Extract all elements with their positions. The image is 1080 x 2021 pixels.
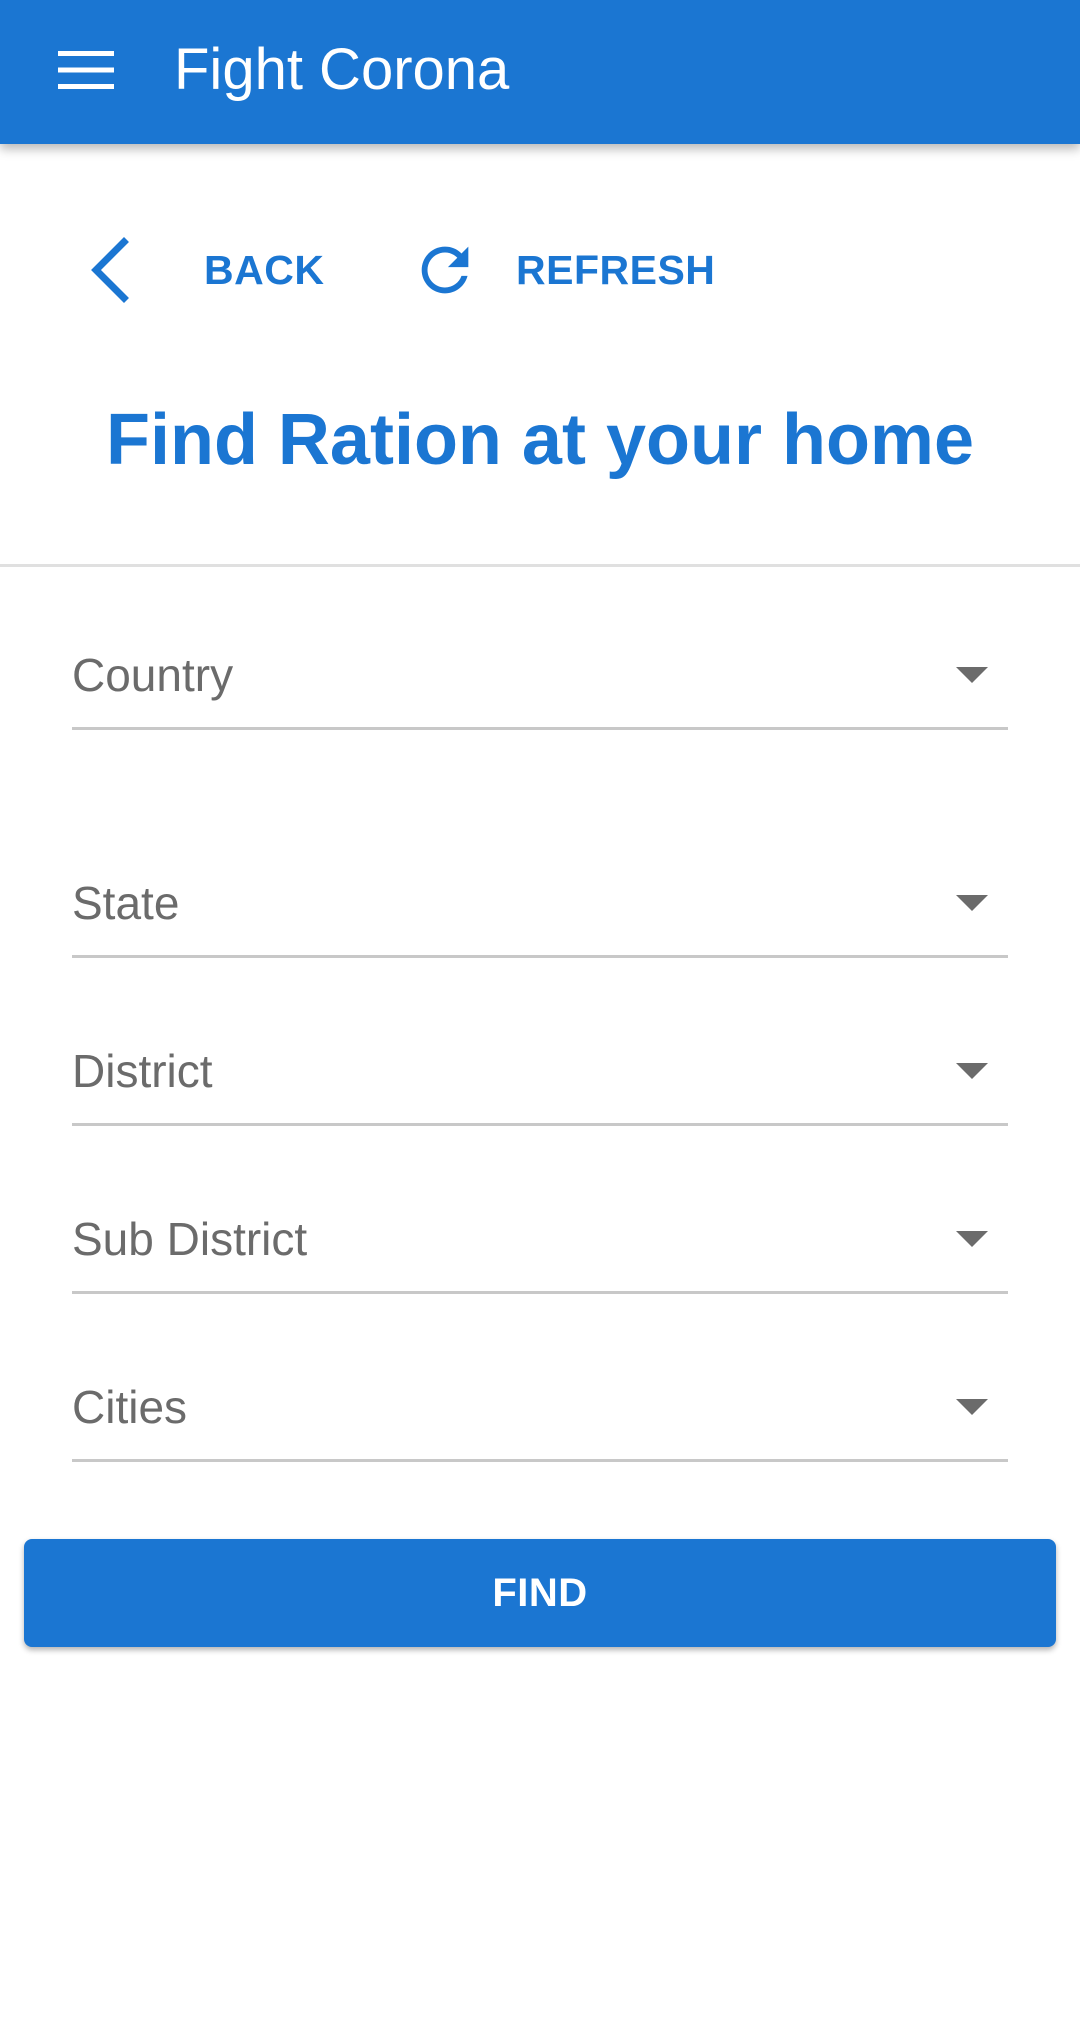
refresh-icon (410, 235, 480, 305)
back-button[interactable]: BACK (72, 210, 324, 330)
cities-select-label: Cities (72, 1381, 188, 1433)
dropdown-arrow-icon (956, 1231, 988, 1247)
state-select[interactable]: State (72, 848, 1008, 958)
menu-button[interactable] (36, 30, 136, 110)
country-select-label: Country (72, 649, 234, 701)
refresh-button-label: REFRESH (516, 246, 716, 293)
district-select-label: District (72, 1045, 213, 1097)
dropdown-arrow-icon (956, 667, 988, 683)
country-select[interactable]: Country (72, 620, 1008, 730)
dropdown-arrow-icon (956, 1063, 988, 1079)
find-button[interactable]: FIND (24, 1539, 1056, 1647)
sub-district-select[interactable]: Sub District (72, 1184, 1008, 1294)
sub-district-select-label: Sub District (72, 1213, 308, 1265)
action-row: BACK REFRESH (0, 210, 1080, 330)
section-divider (0, 564, 1080, 567)
refresh-button[interactable]: REFRESH (410, 210, 715, 330)
app-title: Fight Corona (174, 37, 510, 102)
cities-select[interactable]: Cities (72, 1352, 1008, 1462)
chevron-left-icon (72, 228, 156, 312)
state-select-label: State (72, 877, 180, 929)
back-button-label: BACK (204, 246, 325, 293)
dropdown-arrow-icon (956, 1399, 988, 1415)
dropdown-arrow-icon (956, 895, 988, 911)
district-select[interactable]: District (72, 1016, 1008, 1126)
page-heading: Find Ration at your home (105, 400, 974, 480)
app-bar: Fight Corona (0, 0, 1080, 144)
hamburger-menu-icon (58, 50, 114, 90)
